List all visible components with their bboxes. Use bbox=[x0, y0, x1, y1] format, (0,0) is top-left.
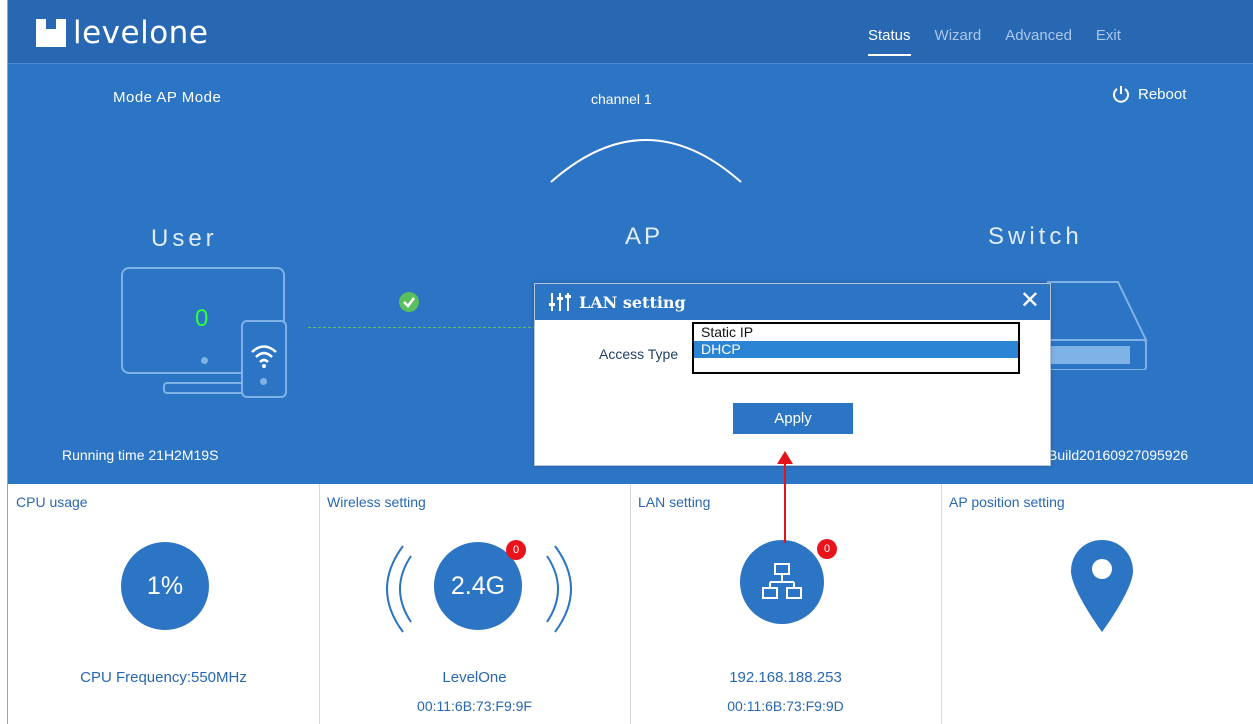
nav-advanced[interactable]: Advanced bbox=[1005, 27, 1072, 44]
monitor-dot bbox=[201, 357, 208, 364]
lan-mac: 00:11:6B:73:F9:9D bbox=[727, 698, 844, 714]
wireless-panel-title: Wireless setting bbox=[327, 494, 426, 510]
user-count: 0 bbox=[195, 305, 209, 332]
nav-status[interactable]: Status bbox=[868, 27, 911, 56]
cpu-usage-circle: 1% bbox=[121, 542, 209, 630]
running-time: Running time 21H2M19S bbox=[62, 447, 219, 463]
phone-icon bbox=[241, 320, 287, 398]
signal-arc-icon bbox=[550, 139, 742, 183]
dialog-title: LAN setting bbox=[579, 292, 686, 312]
channel-label: channel 1 bbox=[591, 91, 652, 107]
ap-position-panel[interactable]: AP position setting bbox=[941, 484, 1253, 724]
apply-button[interactable]: Apply bbox=[733, 403, 853, 434]
access-type-dropdown[interactable]: Static IP DHCP bbox=[692, 322, 1020, 374]
nav-exit[interactable]: Exit bbox=[1096, 27, 1121, 44]
option-static-ip[interactable]: Static IP bbox=[694, 324, 1018, 341]
settings-sliders-icon bbox=[549, 293, 571, 311]
main-nav: Status Wizard Advanced Exit bbox=[868, 27, 1145, 56]
brand-logo[interactable]: levelone bbox=[36, 15, 209, 51]
lan-circle[interactable] bbox=[740, 540, 824, 624]
ap-position-panel-title: AP position setting bbox=[949, 494, 1065, 510]
connection-line bbox=[308, 327, 541, 328]
close-icon[interactable]: ✕ bbox=[1020, 289, 1040, 313]
build-version: Build20160927095926 bbox=[1048, 447, 1189, 463]
cpu-usage-value: 1% bbox=[146, 571, 184, 600]
user-heading: User bbox=[151, 225, 218, 252]
brand-name: levelone bbox=[73, 15, 209, 51]
top-header: levelone Status Wizard Advanced Exit bbox=[8, 0, 1253, 64]
nav-wizard[interactable]: Wizard bbox=[935, 27, 982, 44]
wireless-band: 2.4G bbox=[450, 571, 506, 600]
connected-check-icon bbox=[399, 292, 419, 312]
wireless-mac: 00:11:6B:73:F9:9F bbox=[417, 698, 532, 714]
lan-ip: 192.168.188.253 bbox=[729, 669, 842, 686]
reboot-button[interactable]: Reboot bbox=[1112, 85, 1186, 103]
levelone-logo-icon bbox=[36, 19, 66, 47]
lan-setting-dialog: LAN setting ✕ Access Type Static IP DHCP… bbox=[534, 283, 1051, 466]
app-frame: levelone Status Wizard Advanced Exit Mod… bbox=[7, 0, 1253, 724]
dialog-header: LAN setting ✕ bbox=[535, 284, 1050, 320]
wifi-icon bbox=[251, 345, 277, 368]
wireless-ssid: LevelOne bbox=[442, 669, 507, 686]
cpu-panel[interactable]: CPU usage 1% CPU Frequency:550MHz bbox=[8, 484, 320, 724]
access-type-label: Access Type bbox=[599, 346, 679, 362]
ap-heading: AP bbox=[625, 223, 664, 250]
lan-panel-title: LAN setting bbox=[638, 494, 711, 510]
map-pin-icon[interactable] bbox=[1069, 538, 1135, 634]
cpu-frequency: CPU Frequency:550MHz bbox=[80, 669, 247, 686]
monitor-stand bbox=[163, 382, 249, 394]
cpu-panel-title: CPU usage bbox=[16, 494, 88, 510]
mode-label: Mode AP Mode bbox=[113, 89, 222, 106]
lan-badge: 0 bbox=[817, 539, 837, 559]
phone-dot bbox=[260, 378, 267, 385]
wireless-badge: 0 bbox=[506, 540, 526, 560]
option-dhcp[interactable]: DHCP bbox=[694, 341, 1018, 358]
lan-panel[interactable]: LAN setting 0 192.168.188.253 00:11:6B:7… bbox=[630, 484, 942, 724]
wireless-panel[interactable]: Wireless setting 2.4G 0 LevelOne 00:11:6… bbox=[319, 484, 631, 724]
annotation-arrow bbox=[784, 458, 786, 543]
network-icon bbox=[762, 563, 802, 599]
reboot-label: Reboot bbox=[1138, 85, 1187, 103]
annotation-arrow-head bbox=[777, 451, 793, 464]
power-icon bbox=[1113, 86, 1129, 103]
switch-heading: Switch bbox=[988, 223, 1083, 250]
